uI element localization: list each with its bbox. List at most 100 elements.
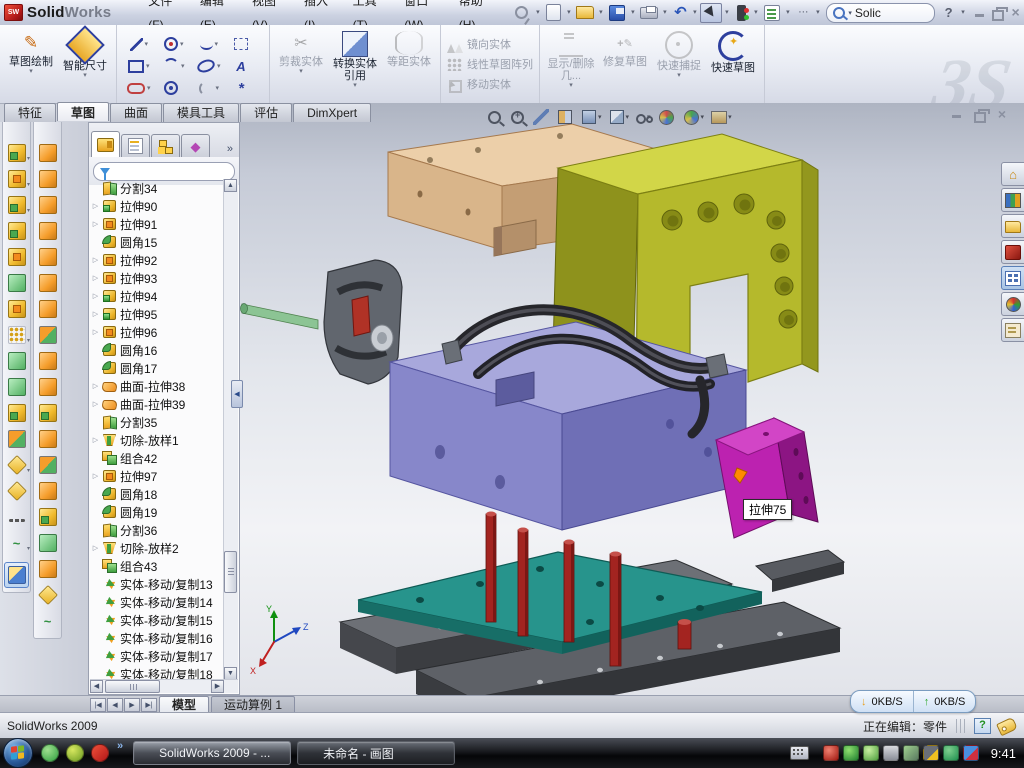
polygon-tool[interactable] xyxy=(158,77,193,99)
security-plus-tray-icon[interactable] xyxy=(943,745,959,761)
expand-arrow-icon[interactable] xyxy=(91,292,100,300)
feature-tree-item[interactable]: 拉伸90 xyxy=(91,197,223,215)
feature-tree-item[interactable]: 实体-移动/复制18 xyxy=(91,665,223,680)
dropdown-arrow-icon[interactable] xyxy=(569,82,573,90)
edit-appearance-button[interactable] xyxy=(656,109,678,126)
hole-wizard-icon[interactable] xyxy=(4,296,29,322)
hide-show-items-button[interactable] xyxy=(634,110,653,124)
quick-launch-chevron-icon[interactable] xyxy=(117,740,123,752)
scroll-left-button[interactable] xyxy=(90,680,103,693)
tab-surfaces[interactable]: 曲面 xyxy=(110,103,162,122)
rapid-sketch-button[interactable]: 快速草图 xyxy=(706,28,760,82)
tab-features[interactable]: 特征 xyxy=(4,103,56,122)
expand-arrow-icon[interactable] xyxy=(91,256,100,264)
combine-icon[interactable] xyxy=(4,400,29,426)
panel-overflow-chevron-icon[interactable] xyxy=(227,143,237,157)
linear-sketch-pattern-button[interactable]: 线性草图阵列 xyxy=(447,56,533,73)
toolbox-tab[interactable] xyxy=(1001,240,1024,264)
feature-tree-item[interactable]: 实体-移动/复制17 xyxy=(91,647,223,665)
feature-tree-item[interactable]: 分割36 xyxy=(91,521,223,539)
task-solidworks[interactable]: SolidWorks 2009 - ... xyxy=(133,741,291,765)
section-view-button[interactable] xyxy=(555,109,576,125)
rectangle-tool[interactable] xyxy=(123,55,158,77)
spline-tool[interactable] xyxy=(193,33,228,55)
dropdown-arrow-icon[interactable] xyxy=(722,4,731,22)
dropdown-arrow-icon[interactable] xyxy=(146,62,153,70)
feature-tree-item[interactable]: 拉伸96 xyxy=(91,323,223,341)
arc-tool[interactable] xyxy=(158,55,193,77)
doc-minimize-button[interactable] xyxy=(947,107,965,122)
feature-tree-item[interactable]: 分割35 xyxy=(91,413,223,431)
expand-arrow-icon[interactable] xyxy=(91,274,100,282)
magnified-selection-button[interactable] xyxy=(531,109,552,125)
freeform-icon[interactable] xyxy=(35,556,60,582)
print-icon[interactable] xyxy=(638,3,669,23)
untrim-surface-icon[interactable] xyxy=(35,426,60,452)
doc-restore-button[interactable] xyxy=(970,107,988,122)
options-checklist-icon[interactable] xyxy=(761,3,792,23)
select-cursor-icon[interactable] xyxy=(700,3,731,23)
view-palette-tab[interactable] xyxy=(1001,266,1024,290)
tree-vertical-scrollbar[interactable] xyxy=(223,179,238,680)
feature-tree-item[interactable]: 切除-放样1 xyxy=(91,431,223,449)
dropdown-arrow-icon[interactable] xyxy=(596,4,605,22)
trim-surface-icon[interactable] xyxy=(35,478,60,504)
new-document-icon[interactable] xyxy=(543,3,573,22)
more-tools-icon[interactable] xyxy=(793,4,822,22)
linear-pattern-icon[interactable] xyxy=(4,322,29,348)
move-entities-button[interactable]: 移动实体 xyxy=(447,76,511,93)
dropdown-arrow-icon[interactable] xyxy=(813,4,822,22)
close-button[interactable] xyxy=(1007,5,1024,21)
move-copy-body-icon[interactable] xyxy=(4,426,29,452)
ellipse-tool[interactable] xyxy=(193,55,228,77)
featuremanager-tab[interactable] xyxy=(91,131,120,157)
extruded-surface-icon[interactable] xyxy=(35,140,60,166)
knit-surface-icon[interactable] xyxy=(35,322,60,348)
network-card-tray-icon[interactable] xyxy=(903,745,919,761)
sketch-fillet-tool[interactable] xyxy=(193,77,228,99)
planar-surface-icon[interactable] xyxy=(35,296,60,322)
thicken-icon[interactable] xyxy=(35,348,60,374)
last-tab-button[interactable] xyxy=(141,698,157,712)
circle-tool[interactable] xyxy=(158,33,193,55)
dropdown-arrow-icon[interactable] xyxy=(690,4,699,22)
model-tab[interactable]: 模型 xyxy=(159,696,209,713)
offset-surface-icon[interactable] xyxy=(35,270,60,296)
dropdown-arrow-icon[interactable] xyxy=(215,40,222,48)
point-tool[interactable] xyxy=(228,77,263,99)
scroll-up-button[interactable] xyxy=(224,179,237,192)
feature-tree-item[interactable]: 曲面-拉伸39 xyxy=(91,395,223,413)
apply-scene-button[interactable] xyxy=(681,109,707,126)
shield-lightning-tray-icon[interactable] xyxy=(843,745,859,761)
dropdown-arrow-icon[interactable] xyxy=(564,4,573,22)
slot-tool[interactable] xyxy=(123,77,158,99)
first-tab-button[interactable] xyxy=(90,698,106,712)
feature-tree-item[interactable]: 分割34 xyxy=(91,179,223,197)
feature-tree-item[interactable]: 圆角16 xyxy=(91,341,223,359)
sketch-text-tool[interactable] xyxy=(228,55,263,77)
scrollbar-thumb[interactable] xyxy=(224,551,237,593)
mirror-entities-button[interactable]: 镜向实体 xyxy=(447,36,511,53)
open-folder-icon[interactable] xyxy=(574,2,605,23)
dropdown-arrow-icon[interactable] xyxy=(29,68,33,76)
split-icon[interactable] xyxy=(4,348,29,374)
feature-tree-item[interactable]: 圆角15 xyxy=(91,233,223,251)
line-tool[interactable] xyxy=(123,33,158,55)
search-input[interactable]: Solic xyxy=(826,3,934,23)
solidworks-quicklaunch-icon[interactable] xyxy=(91,744,109,762)
tab-mold-tools[interactable]: 模具工具 xyxy=(163,103,239,122)
dropdown-arrow-icon[interactable] xyxy=(217,62,224,70)
surface-fillet-icon[interactable] xyxy=(35,504,60,530)
task-paint[interactable]: 未命名 - 画图 xyxy=(297,741,455,765)
display-delete-relations-button[interactable]: 显示/删除几... xyxy=(544,28,598,90)
file-explorer-tab[interactable] xyxy=(1001,214,1024,238)
feature-tree-item[interactable]: 实体-移动/复制14 xyxy=(91,593,223,611)
expand-arrow-icon[interactable] xyxy=(91,220,100,228)
design-library-tab[interactable] xyxy=(1001,188,1024,212)
dropdown-arrow-icon[interactable] xyxy=(353,82,357,90)
help-icon[interactable] xyxy=(939,4,959,22)
pin-icon[interactable] xyxy=(510,3,542,22)
instant3d-button[interactable] xyxy=(4,562,29,588)
keyboard-layout-icon[interactable] xyxy=(790,746,809,760)
axis-icon[interactable] xyxy=(4,504,29,530)
